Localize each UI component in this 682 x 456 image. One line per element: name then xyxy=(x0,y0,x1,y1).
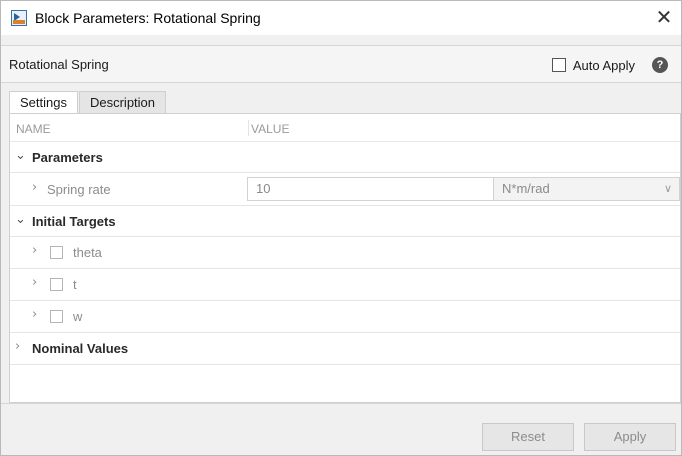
param-label: Spring rate xyxy=(47,182,111,197)
column-header: NAME VALUE xyxy=(10,114,680,142)
tab-description[interactable]: Description xyxy=(78,91,167,113)
column-header-name: NAME xyxy=(16,122,51,136)
unit-value: N*m/rad xyxy=(502,181,550,196)
simulink-block-icon xyxy=(11,10,27,26)
target-row-theta: › theta xyxy=(10,237,680,269)
group-label: Nominal Values xyxy=(32,341,129,356)
column-header-value: VALUE xyxy=(251,122,290,136)
tab-bar: Settings Description xyxy=(9,91,167,114)
group-label: Initial Targets xyxy=(32,214,116,229)
group-label: Parameters xyxy=(32,150,103,165)
chevron-right-icon[interactable]: › xyxy=(32,180,37,195)
param-row-spring-rate: › Spring rate 10 N*m/rad ∨ xyxy=(10,173,680,206)
help-icon[interactable]: ? xyxy=(652,57,668,73)
target-label: theta xyxy=(73,245,102,260)
chevron-down-icon[interactable]: ⌄ xyxy=(15,212,26,227)
parameters-panel: NAME VALUE ⌄ Parameters › Spring rate 10… xyxy=(9,113,681,403)
chevron-down-icon[interactable]: ⌄ xyxy=(15,148,26,163)
target-label: t xyxy=(73,277,77,292)
block-parameters-dialog: Block Parameters: Rotational Spring ✕ Ro… xyxy=(0,0,682,456)
title-bar: Block Parameters: Rotational Spring ✕ xyxy=(1,1,681,35)
button-bar: Reset Apply xyxy=(1,403,681,455)
group-row-initial-targets[interactable]: ⌄ Initial Targets xyxy=(10,206,680,237)
window-title: Block Parameters: Rotational Spring xyxy=(35,10,261,26)
column-divider[interactable] xyxy=(248,120,249,136)
chevron-right-icon[interactable]: › xyxy=(32,307,37,322)
target-row-w: › w xyxy=(10,301,680,333)
block-name: Rotational Spring xyxy=(9,57,109,72)
spring-rate-unit-dropdown[interactable]: N*m/rad ∨ xyxy=(493,177,680,201)
target-label: w xyxy=(73,309,83,324)
chevron-right-icon[interactable]: › xyxy=(15,339,20,354)
auto-apply-control[interactable]: Auto Apply xyxy=(551,56,635,74)
close-icon[interactable]: ✕ xyxy=(651,5,677,31)
block-header: Rotational Spring Auto Apply ? xyxy=(1,45,681,83)
apply-button[interactable]: Apply xyxy=(584,423,676,451)
chevron-right-icon[interactable]: › xyxy=(32,243,37,258)
target-row-t: › t xyxy=(10,269,680,301)
target-checkbox-t[interactable] xyxy=(50,278,63,291)
chevron-down-icon[interactable]: ∨ xyxy=(664,178,672,200)
target-checkbox-theta[interactable] xyxy=(50,246,63,259)
group-row-nominal-values[interactable]: › Nominal Values xyxy=(10,333,680,365)
auto-apply-label[interactable]: Auto Apply xyxy=(573,58,635,73)
auto-apply-checkbox[interactable] xyxy=(551,58,566,72)
group-row-parameters[interactable]: ⌄ Parameters xyxy=(10,142,680,173)
target-checkbox-w[interactable] xyxy=(50,310,63,323)
spring-rate-value-input[interactable]: 10 xyxy=(247,177,494,201)
chevron-right-icon[interactable]: › xyxy=(32,275,37,290)
tab-settings[interactable]: Settings xyxy=(9,91,78,114)
reset-button[interactable]: Reset xyxy=(482,423,574,451)
